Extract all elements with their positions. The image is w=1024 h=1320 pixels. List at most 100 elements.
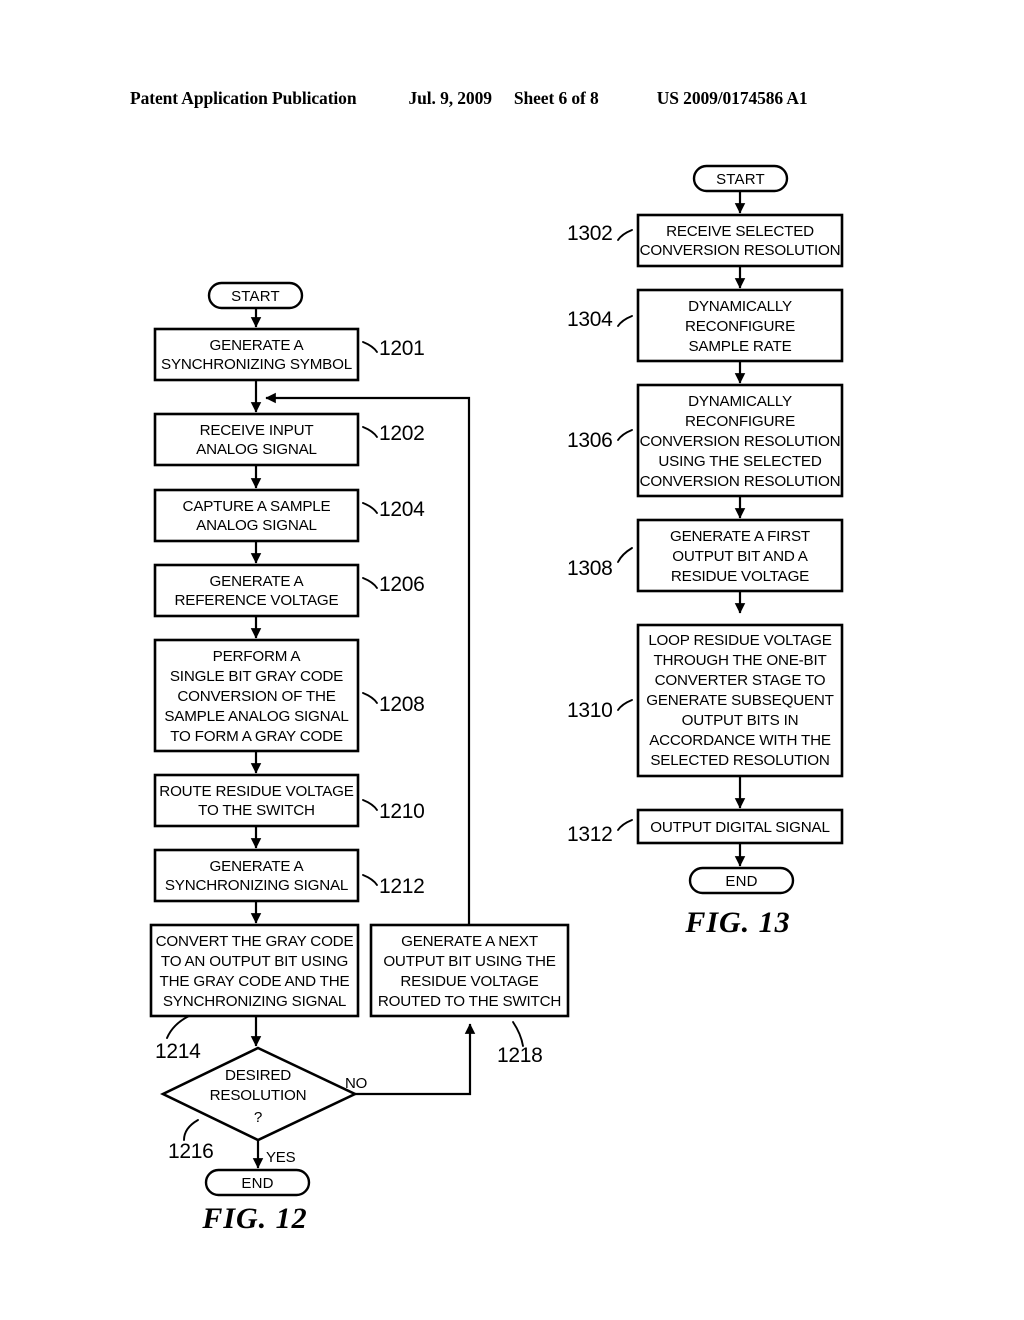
fig12-node-1212: GENERATE A SYNCHRONIZING SIGNAL: [153, 848, 360, 903]
fig13-node-1310-line-4: OUTPUT BITS IN: [682, 712, 799, 729]
fig13-caption: FIG. 13: [684, 906, 790, 939]
fig13-leader-1308: [617, 547, 633, 563]
fig13-node-1302-line-0: RECEIVE SELECTED: [666, 223, 814, 240]
fig13-start-terminal: START: [692, 164, 789, 193]
fig12-node-1206-line-1: REFERENCE VOLTAGE: [175, 592, 339, 609]
fig13-start-label: START: [716, 171, 765, 188]
fig13-leader-1306: [617, 429, 633, 441]
fig13-ref-1312: 1312: [567, 823, 613, 846]
fig12-start-label: START: [231, 288, 280, 305]
fig12-node-1202-line-0: RECEIVE INPUT: [200, 422, 314, 439]
fig13-node-1306-line-1: RECONFIGURE: [685, 413, 795, 430]
fig13-node-1312: OUTPUT DIGITAL SIGNAL: [636, 808, 844, 845]
fig13-node-1302-line-1: CONVERSION RESOLUTION: [640, 242, 841, 259]
fig12-node-1208-line-1: SINGLE BIT GRAY CODE: [170, 668, 343, 685]
fig12-leader-1206: [362, 577, 378, 589]
fig12-node-1204-line-0: CAPTURE A SAMPLE: [183, 498, 331, 515]
fig12-node-1201: GENERATE A SYNCHRONIZING SYMBOL: [153, 327, 360, 382]
fig13-node-1308-line-2: RESIDUE VOLTAGE: [671, 568, 809, 585]
fig13-node-1304-line-0: DYNAMICALLY: [688, 298, 792, 315]
fig12-node-1218-line-0: GENERATE A NEXT: [401, 933, 538, 950]
fig12-node-1218-line-1: OUTPUT BIT USING THE: [383, 953, 555, 970]
fig13-node-1308-line-1: OUTPUT BIT AND A: [672, 548, 809, 565]
fig13-end-label: END: [725, 873, 757, 890]
fig12-node-1206: GENERATE A REFERENCE VOLTAGE: [153, 563, 360, 618]
fig13-node-1308: GENERATE A FIRST OUTPUT BIT AND A RESIDU…: [636, 518, 844, 593]
fig12-node-1208-line-0: PERFORM A: [213, 648, 302, 665]
fig12-node-1218: GENERATE A NEXT OUTPUT BIT USING THE RES…: [369, 923, 570, 1018]
fig13-ref-1302: 1302: [567, 222, 613, 245]
fig12-node-1201-line-0: GENERATE A: [210, 337, 305, 354]
fig12-node-1214-line-3: SYNCHRONIZING SIGNAL: [163, 993, 346, 1010]
fig12-node-1214: CONVERT THE GRAY CODE TO AN OUTPUT BIT U…: [149, 923, 360, 1018]
fig13-node-1304-line-1: RECONFIGURE: [685, 318, 795, 335]
fig13-leader-1304: [617, 315, 633, 327]
fig12-leader-1214: [166, 1015, 190, 1039]
fig12-ref-1212: 1212: [379, 875, 425, 898]
fig12-leader-1201: [362, 341, 378, 353]
fig13-node-1310-line-6: SELECTED RESOLUTION: [650, 752, 829, 769]
figure-12: START GENERATE A SYNCHRONIZING SYMBOL 12…: [149, 281, 570, 1235]
fig12-node-1202-line-1: ANALOG SIGNAL: [196, 441, 317, 458]
fig12-ref-1204: 1204: [379, 498, 425, 521]
fig13-ref-1310: 1310: [567, 699, 613, 722]
fig12-node-1210-line-0: ROUTE RESIDUE VOLTAGE: [159, 783, 353, 800]
fig13-node-1306-line-2: CONVERSION RESOLUTION: [640, 433, 841, 450]
figure-13: START RECEIVE SELECTED CONVERSION RESOLU…: [567, 164, 844, 939]
fig12-ref-1201: 1201: [379, 337, 425, 360]
fig13-node-1306-line-4: CONVERSION RESOLUTION: [640, 473, 841, 490]
fig12-node-1208-line-3: SAMPLE ANALOG SIGNAL: [164, 708, 348, 725]
fig12-ref-1218: 1218: [497, 1044, 543, 1067]
fig12-node-1216-line-1: RESOLUTION: [210, 1087, 307, 1104]
fig13-node-1304-line-2: SAMPLE RATE: [688, 338, 791, 355]
fig12-node-1208: PERFORM A SINGLE BIT GRAY CODE CONVERSIO…: [153, 638, 360, 753]
fig12-node-1208-line-2: CONVERSION OF THE: [177, 688, 335, 705]
fig13-end-terminal: END: [688, 866, 795, 895]
fig13-ref-1308: 1308: [567, 557, 613, 580]
fig13-node-1302: RECEIVE SELECTED CONVERSION RESOLUTION: [636, 213, 844, 268]
fig12-leader-1208: [362, 692, 378, 704]
fig12-leader-1216: [183, 1119, 199, 1141]
fig13-node-1306: DYNAMICALLY RECONFIGURE CONVERSION RESOL…: [636, 383, 844, 498]
fig12-start-terminal: START: [207, 281, 304, 310]
fig12-ref-1216: 1216: [168, 1140, 214, 1163]
fig12-node-1214-line-0: CONVERT THE GRAY CODE: [156, 933, 354, 950]
fig13-leader-1310: [617, 699, 633, 711]
fig12-leader-1204: [362, 502, 378, 514]
fig13-leader-1302: [617, 229, 633, 241]
fig12-end-terminal: END: [204, 1168, 311, 1197]
fig12-node-1218-line-2: RESIDUE VOLTAGE: [400, 973, 538, 990]
fig12-node-1202: RECEIVE INPUT ANALOG SIGNAL: [153, 412, 360, 467]
fig13-ref-1304: 1304: [567, 308, 613, 331]
fig13-node-1310-line-0: LOOP RESIDUE VOLTAGE: [648, 632, 831, 649]
fig13-node-1310-line-5: ACCORDANCE WITH THE: [649, 732, 831, 749]
fig12-ref-1206: 1206: [379, 573, 425, 596]
fig12-node-1212-line-1: SYNCHRONIZING SIGNAL: [165, 877, 348, 894]
fig12-ref-1214: 1214: [155, 1040, 201, 1063]
fig12-node-1214-line-1: TO AN OUTPUT BIT USING: [161, 953, 348, 970]
fig12-node-1214-line-2: THE GRAY CODE AND THE: [160, 973, 350, 990]
fig12-leader-1212: [362, 874, 378, 886]
fig12-ref-1208: 1208: [379, 693, 425, 716]
fig12-end-label: END: [241, 1175, 273, 1192]
fig12-branch-yes-label: YES: [266, 1149, 296, 1166]
patent-drawing-sheet: START GENERATE A SYNCHRONIZING SYMBOL 12…: [149, 164, 844, 1235]
fig12-node-1210-line-1: TO THE SWITCH: [198, 802, 315, 819]
fig13-node-1304: DYNAMICALLY RECONFIGURE SAMPLE RATE: [636, 288, 844, 363]
fig12-node-1204-line-1: ANALOG SIGNAL: [196, 517, 317, 534]
fig12-leader-1210: [362, 799, 378, 811]
fig13-node-1310: LOOP RESIDUE VOLTAGE THROUGH THE ONE-BIT…: [636, 623, 844, 778]
fig12-conn-no-branch: [355, 1023, 476, 1096]
fig13-node-1310-line-2: CONVERTER STAGE TO: [655, 672, 826, 689]
fig12-ref-1210: 1210: [379, 800, 425, 823]
fig12-caption: FIG. 12: [201, 1202, 307, 1235]
fig12-node-1208-line-4: TO FORM A GRAY CODE: [170, 728, 343, 745]
fig13-node-1306-line-3: USING THE SELECTED: [658, 453, 821, 470]
fig13-node-1310-line-1: THROUGH THE ONE-BIT: [653, 652, 826, 669]
fig12-leader-1218: [512, 1021, 524, 1047]
fig12-node-1201-line-1: SYNCHRONIZING SYMBOL: [161, 356, 352, 373]
fig12-node-1216-line-0: DESIRED: [225, 1067, 291, 1084]
fig12-ref-1202: 1202: [379, 422, 425, 445]
fig12-leader-1202: [362, 426, 378, 438]
fig13-node-1306-line-0: DYNAMICALLY: [688, 393, 792, 410]
